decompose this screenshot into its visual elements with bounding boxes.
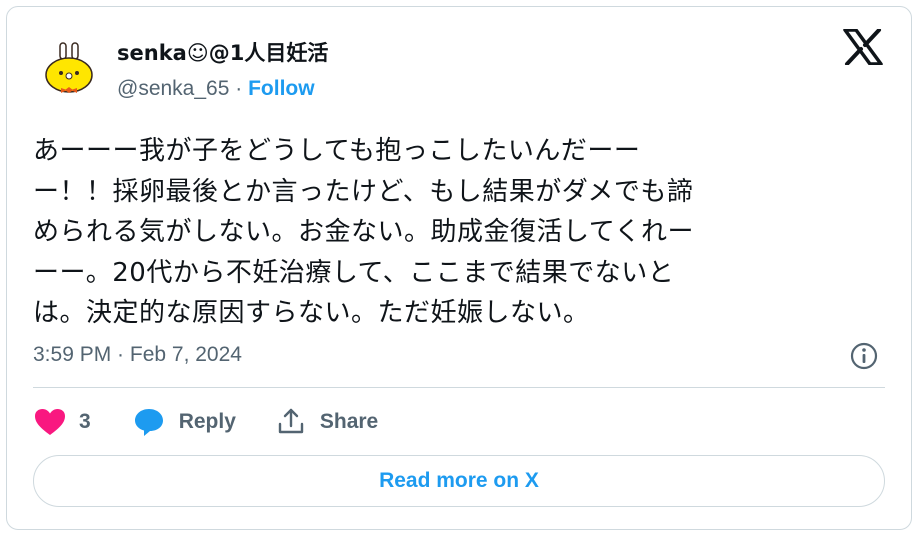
author-display-name[interactable]: senka☺︎@1人目妊活 xyxy=(117,37,328,67)
avatar[interactable] xyxy=(39,39,99,99)
action-bar: 3 Reply Share xyxy=(33,401,378,443)
follow-button[interactable]: Follow xyxy=(248,77,315,100)
reply-label: Reply xyxy=(178,410,236,433)
author-meta: @senka_65 · Follow xyxy=(117,77,315,101)
share-label: Share xyxy=(319,410,379,433)
share-icon xyxy=(278,408,304,434)
tweet-timestamp[interactable]: 3:59 PM · Feb 7, 2024 xyxy=(33,343,242,367)
tweet-card: senka☺︎@1人目妊活 @senka_65 · Follow あーーー我が子… xyxy=(6,6,912,530)
reply-button[interactable]: Reply xyxy=(133,407,236,437)
read-more-button[interactable]: Read more on X xyxy=(33,455,885,507)
author-handle[interactable]: @senka_65 xyxy=(117,77,229,100)
like-button[interactable]: 3 xyxy=(33,407,91,437)
like-count: 3 xyxy=(79,410,91,433)
reply-bubble-icon xyxy=(134,409,163,436)
info-icon[interactable] xyxy=(849,341,879,371)
tweet-line: あーーー我が子をどうしても抱っこしたいんだーー xyxy=(33,136,641,166)
tweet-line: められる気がしない。お金ない。助成金復活してくれー xyxy=(33,217,694,247)
tweet-text: あーーー我が子をどうしても抱っこしたいんだーー ー！！採卵最後とか言ったけど、も… xyxy=(33,131,873,334)
heart-icon xyxy=(35,409,65,435)
share-button[interactable]: Share xyxy=(276,407,378,437)
divider xyxy=(33,387,885,388)
meta-separator: · xyxy=(235,77,243,100)
tweet-line: ー！！採卵最後とか言ったけど、もし結果がダメでも諦 xyxy=(33,176,694,207)
tweet-line: は。決定的な原因すらない。ただ妊娠しない。 xyxy=(33,298,590,328)
tweet-line: ーー。20代から不妊治療して、ここまで結果でないと xyxy=(33,257,675,288)
x-logo-icon[interactable] xyxy=(843,29,883,65)
